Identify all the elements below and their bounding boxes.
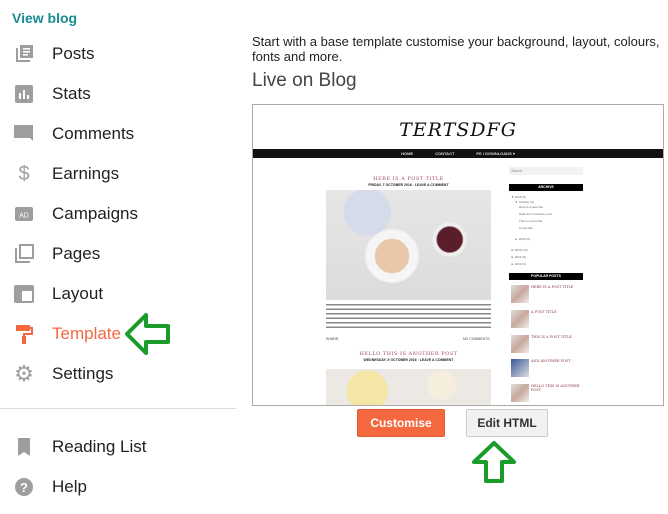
preview-nav-item: PE / DOWNLOADS ▾ [476,151,515,156]
archive-item: ► 2013 (4) [511,262,526,266]
sidebar-item-label: Campaigns [52,204,138,223]
dollar-icon: $ [18,162,30,185]
sidebar-item-layout[interactable]: Layout [0,274,236,314]
paint-roller-icon [14,324,34,344]
pages-icon [14,244,34,264]
archive-item: ► 2014 (9) [511,255,526,259]
preview-nav-bar: HOME CONTACT PE / DOWNLOADS ▾ [253,149,663,158]
sidebar-item-label: Posts [52,44,95,63]
sidebar-item-label: Layout [52,284,104,303]
popular-post: AND ANOTHER POST [511,359,583,378]
sidebar-item-label: Help [52,477,87,496]
archive-item: Here is a post title [519,205,544,209]
sidebar-item-campaigns[interactable]: AD Campaigns [0,194,236,234]
popular-post: A POST TITLE [511,310,583,329]
preview-archive-heading: ARCHIVE [509,184,583,191]
sidebar-item-posts[interactable]: Posts [0,34,236,74]
sidebar-item-label: Stats [52,84,91,103]
preview-post-meta: WEDNESDAY, 5 OCTOBER 2016 · LEAVE A COMM… [363,358,454,362]
preview-post-image [326,190,491,300]
template-intro-text: Start with a base template customise you… [252,34,660,64]
preview-post-image [326,369,491,405]
sidebar-item-label: Comments [52,124,135,143]
preview-popular-heading: POPULAR POSTS [509,273,583,280]
sidebar-item-comments[interactable]: Comments [0,114,236,154]
svg-text:AD: AD [19,213,29,220]
posts-icon [14,44,34,64]
popular-post: HELLO THIS IS ANOTHER POST [511,384,583,403]
archive-item: ► 2016 (5) [515,237,530,241]
archive-item: ▼ 2016 (9) [511,195,526,199]
annotation-arrow-up-icon [472,441,516,483]
sidebar-item-earnings[interactable]: $ Earnings [0,154,236,194]
sidebar-item-label: Template [52,324,121,343]
live-on-blog-heading: Live on Blog [252,70,357,91]
sidebar-item-help[interactable]: ? Help [0,467,236,507]
preview-nav-item: CONTACT [435,151,455,156]
edit-html-button[interactable]: Edit HTML [466,409,548,437]
gear-icon: ⚙ [14,361,34,386]
annotation-arrow-left-icon [125,313,170,355]
archive-item: ► 2015 (14) [511,248,528,252]
archive-item: This is a post title [519,219,543,223]
customise-button[interactable]: Customise [357,409,445,437]
sidebar-item-template[interactable]: Template [0,314,236,354]
preview-post-text [326,303,491,329]
help-icon: ? [14,477,34,497]
view-blog-link[interactable]: View blog [12,10,77,26]
preview-post-title: HERE IS A POST TITLE [373,176,444,182]
sidebar-item-label: Reading List [52,437,147,456]
sidebar-divider [0,408,236,409]
sidebar-item-stats[interactable]: Stats [0,74,236,114]
preview-post-meta: FRIDAY, 7 OCTOBER 2016 · LEAVE A COMMENT [368,183,449,187]
archive-item: Hello this is another post [519,212,552,216]
sidebar-item-label: Settings [52,364,114,383]
sidebar-item-reading-list[interactable]: Reading List [0,427,236,467]
preview-blog-title: TERTSDFG [399,119,517,141]
preview-post-title: HELLO THIS IS ANOTHER POST [359,351,458,357]
bookmark-icon [14,437,34,457]
sidebar-item-label: Pages [52,244,101,263]
layout-icon [14,284,34,304]
stats-icon [14,84,34,104]
popular-post: HERE IS A POST TITLE [511,285,583,304]
svg-text:?: ? [20,480,28,495]
ad-icon: AD [14,204,34,224]
sidebar-item-label: Earnings [52,164,120,183]
sidebar-item-settings[interactable]: ⚙ Settings [0,354,236,394]
preview-search-box: Search [509,167,583,175]
preview-share-label: SHARE: [326,337,340,341]
popular-post: THIS IS A POST TITLE [511,335,583,354]
preview-nav-item: HOME [401,151,414,156]
comments-icon [14,124,34,144]
blog-preview[interactable]: TERTSDFG HOME CONTACT PE / DOWNLOADS ▾ H… [252,104,664,406]
preview-no-comments: NO COMMENTS [463,337,490,341]
archive-item: A post title [519,226,533,230]
sidebar-item-pages[interactable]: Pages [0,234,236,274]
archive-item: ▼ October (4) [515,200,534,204]
